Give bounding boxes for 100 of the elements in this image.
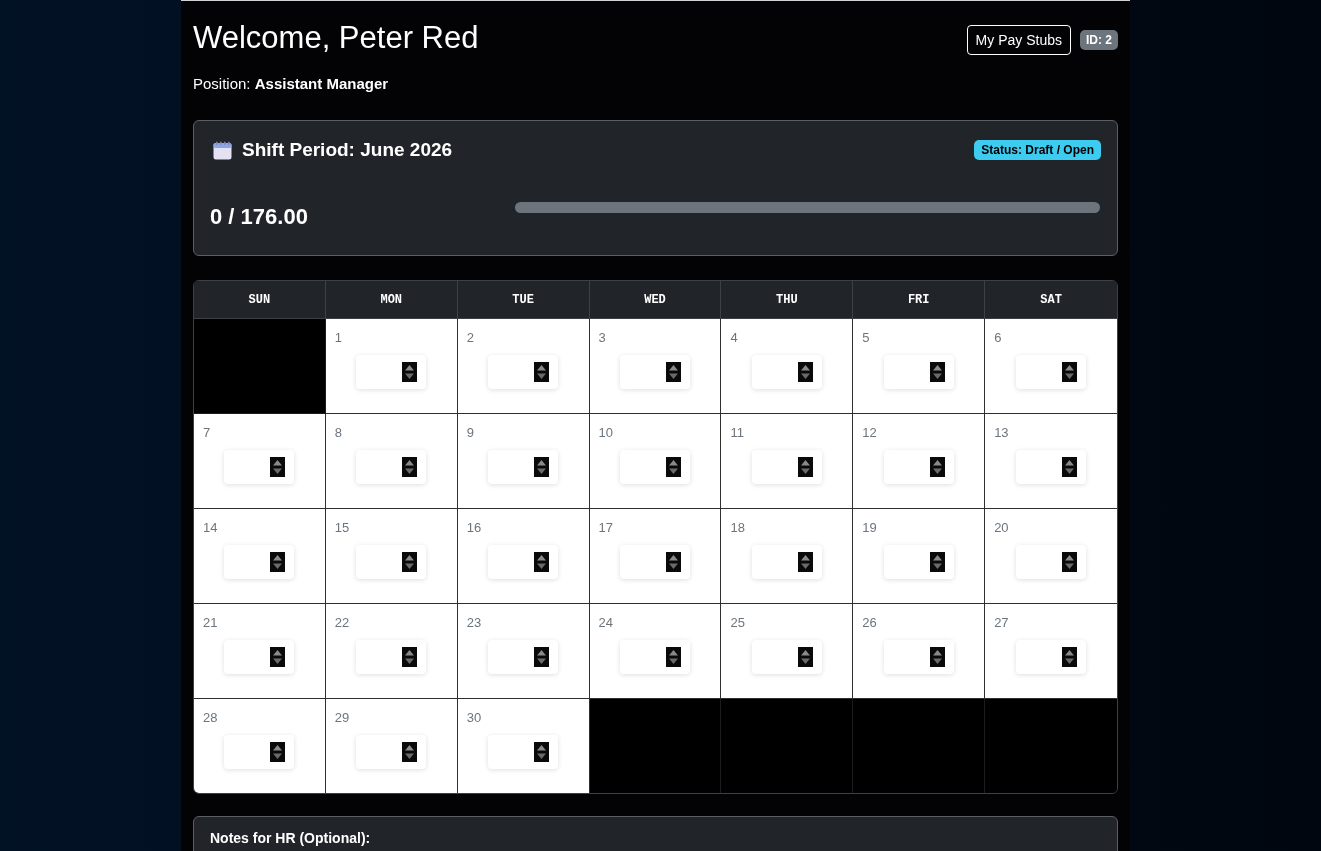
spinner-icon[interactable]: [929, 457, 945, 477]
id-badge: ID: 2: [1080, 30, 1118, 50]
hours-input[interactable]: [356, 355, 427, 389]
hours-input[interactable]: [1016, 545, 1087, 579]
hours-input[interactable]: [620, 355, 690, 389]
hours-input[interactable]: [1016, 640, 1087, 674]
day-number: 5: [862, 330, 870, 346]
spinner-icon[interactable]: [1062, 362, 1078, 382]
hours-input[interactable]: [488, 450, 559, 484]
hours-input[interactable]: [356, 640, 427, 674]
weekday-header: SAT: [985, 281, 1117, 319]
position-text: Position: Assistant Manager: [193, 74, 390, 94]
day-number: 27: [994, 615, 1009, 631]
spinner-icon[interactable]: [402, 362, 418, 382]
day-number: 26: [862, 615, 877, 631]
day-number: 11: [730, 425, 744, 441]
spinner-icon[interactable]: [270, 457, 286, 477]
spinner-icon[interactable]: [270, 742, 286, 762]
day-number: 29: [334, 710, 350, 726]
hours-input[interactable]: [224, 640, 295, 674]
hours-input[interactable]: [356, 545, 427, 579]
spinner-icon[interactable]: [270, 552, 286, 572]
day-number: 24: [598, 615, 614, 631]
weekday-header: SUN: [194, 281, 326, 319]
spinner-icon[interactable]: [666, 647, 681, 667]
hours-input[interactable]: [488, 355, 559, 389]
hours-input[interactable]: [883, 640, 954, 674]
shift-period-title: Shift Period: June 2026: [242, 138, 453, 162]
day-number: 28: [203, 710, 218, 726]
spinner-icon[interactable]: [534, 457, 550, 477]
hours-input[interactable]: [883, 545, 954, 579]
pay-stubs-button[interactable]: My Pay Stubs: [966, 25, 1071, 55]
day-number: 13: [994, 425, 1009, 441]
hours-input[interactable]: [751, 450, 822, 484]
spinner-icon[interactable]: [797, 552, 813, 572]
spinner-icon[interactable]: [402, 457, 418, 477]
hours-input[interactable]: [224, 545, 295, 579]
day-number: 22: [334, 615, 350, 631]
hours-input[interactable]: [751, 545, 822, 579]
day-number: 1: [334, 330, 343, 346]
welcome-title: Welcome, Peter Red: [193, 20, 479, 56]
spinner-icon[interactable]: [1062, 647, 1078, 667]
hours-input[interactable]: [488, 545, 559, 579]
day-number: 30: [466, 710, 482, 726]
day-number: 20: [994, 520, 1009, 536]
calendar-icon: [213, 140, 232, 160]
day-number: 19: [862, 520, 877, 536]
notes-label: Notes for HR (Optional):: [210, 830, 372, 847]
hours-input[interactable]: [883, 450, 954, 484]
status-badge: Status: Draft / Open: [974, 140, 1101, 160]
hours-input[interactable]: [224, 450, 295, 484]
hours-input[interactable]: [224, 735, 295, 769]
day-number: 7: [203, 425, 211, 441]
day-number: 6: [994, 330, 1002, 346]
weekday-header: MON: [325, 281, 458, 319]
spinner-icon[interactable]: [402, 552, 418, 572]
day-number: 17: [598, 520, 614, 536]
spinner-icon[interactable]: [666, 552, 681, 572]
hours-total: 0 / 176.00: [210, 203, 309, 231]
hours-input[interactable]: [488, 640, 559, 674]
spinner-icon[interactable]: [929, 647, 945, 667]
weekday-header: TUE: [457, 281, 590, 319]
hours-input[interactable]: [356, 450, 427, 484]
spinner-icon[interactable]: [797, 362, 813, 382]
spinner-icon[interactable]: [534, 362, 550, 382]
spinner-icon[interactable]: [402, 647, 418, 667]
hours-input[interactable]: [751, 640, 822, 674]
hours-input[interactable]: [620, 640, 690, 674]
spinner-icon[interactable]: [534, 552, 550, 572]
day-number: 16: [466, 520, 482, 536]
spinner-icon[interactable]: [534, 742, 550, 762]
spinner-icon[interactable]: [1062, 552, 1078, 572]
hours-input[interactable]: [620, 545, 690, 579]
spinner-icon[interactable]: [666, 457, 681, 477]
hours-input[interactable]: [488, 735, 559, 769]
hours-input[interactable]: [1016, 450, 1087, 484]
spinner-icon[interactable]: [666, 362, 681, 382]
hours-input[interactable]: [751, 355, 822, 389]
spinner-icon[interactable]: [797, 457, 813, 477]
spinner-icon[interactable]: [270, 647, 286, 667]
spinner-icon[interactable]: [402, 742, 418, 762]
spinner-icon[interactable]: [797, 647, 813, 667]
day-number: 21: [203, 615, 218, 631]
weekday-header: FRI: [853, 281, 986, 319]
hours-input[interactable]: [1016, 355, 1087, 389]
day-number: 4: [730, 330, 738, 346]
hours-input[interactable]: [883, 355, 954, 389]
day-number: 15: [334, 520, 350, 536]
day-number: 2: [466, 330, 474, 346]
day-number: 8: [334, 425, 343, 441]
hours-input[interactable]: [356, 735, 427, 769]
day-number: 18: [730, 520, 745, 536]
day-number: 3: [598, 330, 606, 346]
spinner-icon[interactable]: [534, 647, 550, 667]
weekday-header: THU: [721, 281, 854, 319]
spinner-icon[interactable]: [929, 552, 945, 572]
spinner-icon[interactable]: [1062, 457, 1078, 477]
spinner-icon[interactable]: [929, 362, 945, 382]
weekday-header: WED: [589, 281, 722, 319]
hours-input[interactable]: [620, 450, 690, 484]
